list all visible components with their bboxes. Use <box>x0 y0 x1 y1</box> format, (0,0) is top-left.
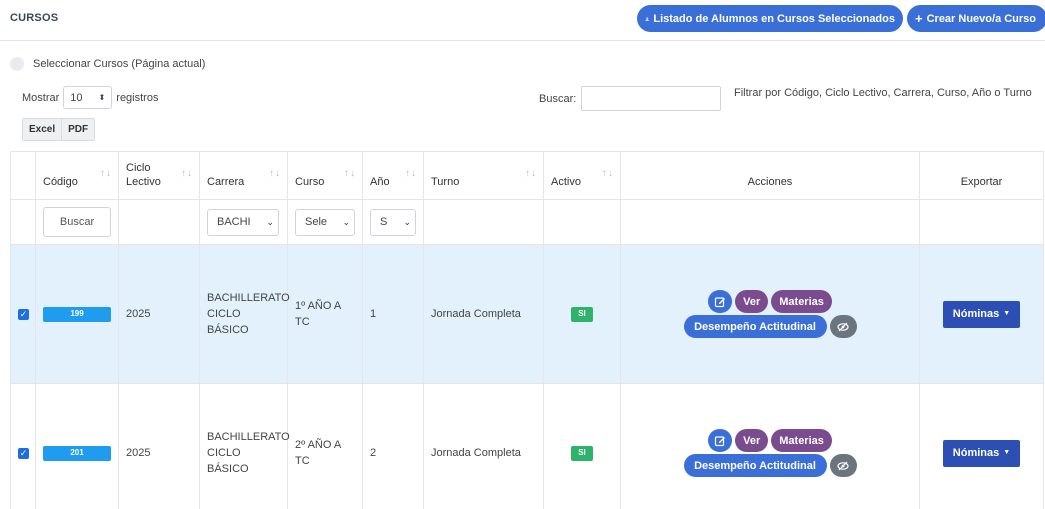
top-bar: CURSOS Listado de Alumnos en Cursos Sele… <box>0 0 1045 41</box>
hide-button[interactable] <box>829 315 857 338</box>
col-activo[interactable]: Activo ↑↓ <box>543 151 621 200</box>
attitude-performance-button[interactable]: Desempeño Actitudinal <box>683 315 827 338</box>
search-input[interactable] <box>581 86 722 111</box>
courses-table: Código ↑↓ Ciclo Lectivo ↑↓ Carrera ↑↓ Curso… <box>10 151 1044 509</box>
show-label: Mostrar <box>22 91 60 104</box>
cell-carrera: BACHILLERATO CICLO BÁSICO <box>199 383 290 509</box>
chevron-down-icon: ⌄ <box>342 216 350 227</box>
nominas-dropdown[interactable]: Nóminas ▼ <box>943 439 1020 467</box>
chevron-down-icon: ⌄ <box>266 216 274 227</box>
cell-curso: 2º AÑO A TC <box>287 383 363 509</box>
col-select <box>10 151 36 200</box>
filter-hint: Filtrar por Código, Ciclo Lectivo, Carre… <box>734 87 1032 99</box>
cell-anio: 1 <box>362 244 424 384</box>
sort-icon: ↑↓ <box>525 168 537 179</box>
edit-icon <box>715 296 726 307</box>
codigo-filter-input[interactable]: Buscar <box>43 207 111 237</box>
eye-slash-icon <box>837 322 849 331</box>
filter-row: Buscar BACHI ⌄ Sele ⌄ S ⌄ <box>10 199 1044 245</box>
curso-filter-select[interactable]: Sele ⌄ <box>295 208 355 236</box>
subjects-button[interactable]: Materias <box>771 429 832 452</box>
cell-ciclo: 2025 <box>118 244 200 384</box>
create-course-label: Crear Nuevo/a Curso <box>926 12 1037 25</box>
select-all-checkbox[interactable] <box>10 57 24 71</box>
row-actions: Ver Materias Desempeño Actitudinal <box>628 290 912 338</box>
cell-ciclo: 2025 <box>118 383 200 509</box>
select-all-courses[interactable]: Seleccionar Cursos (Página actual) <box>10 57 205 71</box>
subjects-button[interactable]: Materias <box>771 290 832 313</box>
cell-turno: Jornada Completa <box>423 244 544 384</box>
edit-button[interactable] <box>708 429 733 452</box>
hide-button[interactable] <box>829 454 857 477</box>
cell-curso: 1º AÑO A TC <box>287 244 363 384</box>
search-label: Buscar: <box>539 92 577 105</box>
plus-icon: + <box>915 10 923 26</box>
updown-icon: ⬍ <box>98 93 106 102</box>
code-badge[interactable]: 201 <box>43 445 111 461</box>
status-badge: SI <box>571 306 593 322</box>
code-badge[interactable]: 199 <box>43 306 111 322</box>
row-checkbox[interactable]: ✓ <box>18 447 29 459</box>
caret-down-icon: ▼ <box>1003 449 1011 456</box>
carrera-filter-select[interactable]: BACHI ⌄ <box>207 208 279 236</box>
edit-icon <box>715 435 726 446</box>
download-icon <box>645 16 649 21</box>
student-list-label: Listado de Alumnos en Cursos Seleccionad… <box>653 12 895 25</box>
col-turno[interactable]: Turno ↑↓ <box>423 151 544 200</box>
sort-icon: ↑↓ <box>100 168 112 179</box>
edit-button[interactable] <box>708 290 733 313</box>
cell-turno: Jornada Completa <box>423 383 544 509</box>
col-curso[interactable]: Curso ↑↓ <box>287 151 363 200</box>
sort-icon: ↑↓ <box>405 168 417 179</box>
col-codigo[interactable]: Código ↑↓ <box>35 151 119 200</box>
status-badge: SI <box>571 445 593 461</box>
create-course-button[interactable]: + Crear Nuevo/a Curso <box>907 5 1045 32</box>
table-row[interactable]: ✓ 201 2025 BACHILLERATO CICLO BÁSICO 2º … <box>10 383 1044 509</box>
col-acciones: Acciones <box>620 151 920 200</box>
excel-button[interactable]: Excel <box>23 119 62 140</box>
sort-icon: ↑↓ <box>602 168 614 179</box>
col-carrera[interactable]: Carrera ↑↓ <box>199 151 288 200</box>
cell-carrera: BACHILLERATO CICLO BÁSICO <box>199 244 290 384</box>
header-row: Código ↑↓ Ciclo Lectivo ↑↓ Carrera ↑↓ Curso… <box>10 151 1044 200</box>
student-list-button[interactable]: Listado de Alumnos en Cursos Seleccionad… <box>637 5 903 32</box>
sort-icon: ↑↓ <box>181 168 193 179</box>
page-length-control: Mostrar 10 ⬍ registros <box>22 86 158 109</box>
page-length-value: 10 <box>70 91 83 104</box>
col-exportar: Exportar <box>919 151 1044 200</box>
table-row[interactable]: ✓ 199 2025 BACHILLERATO CICLO BÁSICO 1º … <box>10 244 1044 384</box>
search-control: Buscar: <box>539 86 722 111</box>
export-buttons: Excel PDF <box>22 118 96 141</box>
col-anio[interactable]: Año ↑↓ <box>362 151 424 200</box>
view-button[interactable]: Ver <box>735 290 769 313</box>
anio-filter-select[interactable]: S ⌄ <box>370 208 416 236</box>
eye-slash-icon <box>837 461 849 470</box>
records-label: registros <box>116 91 159 104</box>
attitude-performance-button[interactable]: Desempeño Actitudinal <box>683 454 827 477</box>
page-title: CURSOS <box>10 12 59 24</box>
view-button[interactable]: Ver <box>735 429 769 452</box>
caret-down-icon: ▼ <box>1003 310 1011 317</box>
select-all-label: Seleccionar Cursos (Página actual) <box>33 58 206 70</box>
row-checkbox[interactable]: ✓ <box>18 308 29 320</box>
cell-anio: 2 <box>362 383 424 509</box>
row-actions: Ver Materias Desempeño Actitudinal <box>628 429 912 477</box>
chevron-down-icon: ⌄ <box>403 216 411 227</box>
nominas-dropdown[interactable]: Nóminas ▼ <box>943 300 1020 328</box>
sort-icon: ↑↓ <box>269 168 281 179</box>
pdf-button[interactable]: PDF <box>61 119 95 140</box>
sort-icon: ↑↓ <box>344 168 356 179</box>
col-ciclo[interactable]: Ciclo Lectivo ↑↓ <box>118 151 200 200</box>
page-length-select[interactable]: 10 ⬍ <box>63 86 113 109</box>
